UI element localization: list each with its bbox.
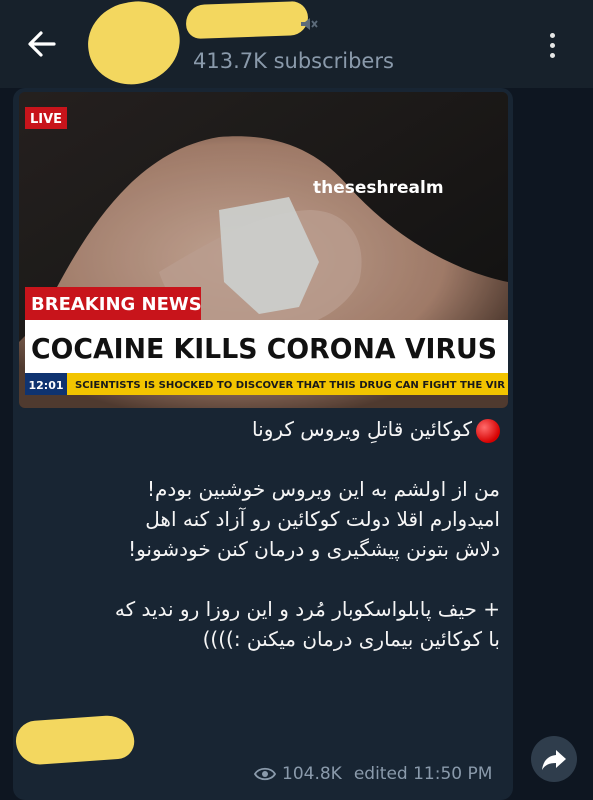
muted-icon: [301, 18, 318, 30]
ticker-text: SCIENTISTS IS SHOCKED TO DISCOVER THAT T…: [75, 380, 505, 391]
channel-header: 413.7K subscribers: [0, 0, 593, 91]
view-count: 104.8K: [282, 764, 342, 784]
red-circle-emoji: [476, 418, 500, 443]
live-badge-text: LIVE: [30, 112, 62, 127]
redacted-signature: [14, 713, 136, 767]
redacted-avatar[interactable]: [82, 0, 186, 91]
caption-line: [40, 564, 500, 594]
headline-text: COCAINE KILLS CORONA VIRUS: [31, 332, 497, 365]
share-icon: [542, 750, 566, 770]
share-button[interactable]: [531, 736, 577, 782]
more-menu-button[interactable]: [540, 28, 564, 64]
eye-icon: [254, 767, 276, 781]
post-caption: کوکائین قاتلِ ویروس کرونا من از اولشم به…: [40, 414, 500, 654]
back-button[interactable]: [22, 24, 62, 64]
watermark-text: theseshrealm: [313, 178, 444, 198]
caption-title-line: کوکائین قاتلِ ویروس کرونا: [40, 414, 500, 444]
caption-line: با کوکائین بیماری درمان میکنن :)))): [202, 627, 500, 651]
caption-line: من از اولشم به این ویروس خوشبین بودم!: [146, 477, 500, 501]
caption-line: + حیف پابلواسکوبار مُرد و این روزا رو ند…: [114, 597, 500, 621]
caption-line: دلاش بتونن پیشگیری و درمان کنن خودشونو!: [128, 537, 500, 561]
arrow-left-icon: [28, 31, 56, 57]
edited-time: edited 11:50 PM: [353, 764, 493, 784]
post-meta: 104.8K edited 11:50 PM: [254, 764, 492, 784]
post-image[interactable]: LIVE theseshrealm BREAKING NEWS COCAINE …: [19, 92, 508, 408]
ticker-time: 12:01: [28, 379, 63, 392]
caption-line: امیدوارم اقلا دولت کوکائین رو آزاد کنه ا…: [145, 507, 500, 531]
caption-title: کوکائین قاتلِ ویروس کرونا: [252, 417, 472, 441]
more-vertical-icon: [540, 33, 564, 58]
redacted-channel-name[interactable]: [185, 0, 309, 40]
subscriber-count: 413.7K subscribers: [193, 49, 394, 73]
breaking-news-text: BREAKING NEWS: [31, 294, 202, 315]
